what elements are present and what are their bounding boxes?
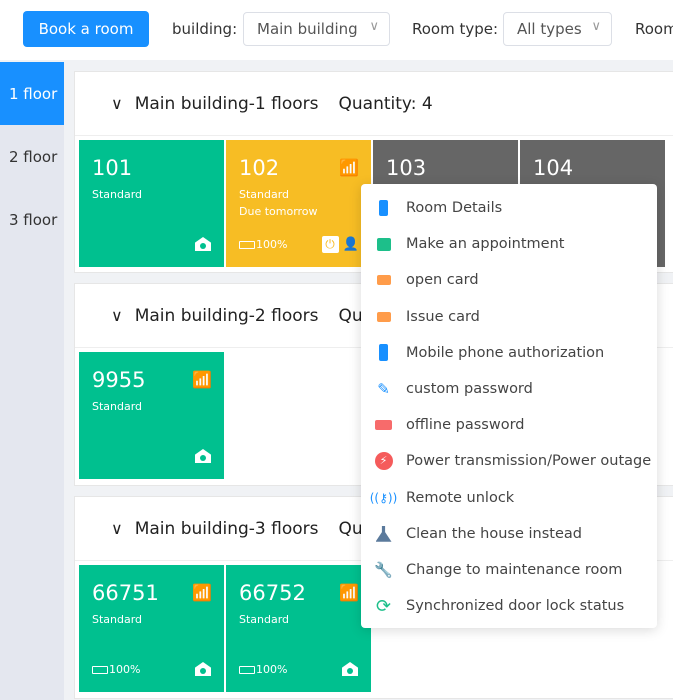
chevron-down-icon: ∨: [591, 19, 601, 34]
wifi-icon: 📶: [339, 583, 359, 602]
lightning-icon: ⚡: [361, 452, 406, 471]
room-tile[interactable]: 66751 Standard 📶 100%: [79, 565, 224, 692]
menu-label: Issue card: [406, 308, 480, 325]
menu-label: Power transmission/Power outage: [406, 453, 652, 470]
floor-sidebar: 1 floor 2 floor 3 floor: [0, 62, 64, 700]
menu-label: Remote unlock: [406, 489, 515, 506]
room-number: 101: [92, 156, 133, 180]
room-status: Due tomorrow: [239, 205, 318, 218]
section-title: Main building-2 floors: [134, 305, 319, 326]
room-label: Room: [635, 20, 673, 38]
section-header[interactable]: ∨ Main building-1 floors Quantity: 4: [75, 72, 673, 136]
chevron-down-icon: ∨: [111, 94, 123, 113]
room-type-label: Room type:: [412, 20, 499, 38]
menu-item-custom-password[interactable]: ✎ custom password: [361, 371, 657, 407]
room-tile[interactable]: 101 Standard: [79, 140, 224, 267]
chevron-down-icon: ∨: [369, 19, 379, 34]
room-tile[interactable]: 102StandardDue tomorrow📶100%⏻👤2: [226, 140, 371, 267]
room-tile[interactable]: 9955 Standard 📶: [79, 352, 224, 479]
home-icon: [195, 237, 211, 251]
building-value: Main building: [257, 20, 358, 38]
battery-icon: [239, 240, 255, 249]
battery-level: 100%: [256, 238, 288, 251]
password-icon: [361, 420, 406, 431]
section-quantity: Quantity: 4: [338, 93, 433, 114]
battery-icon: [239, 665, 255, 674]
menu-label: Clean the house instead: [406, 525, 582, 542]
room-type: Standard: [92, 613, 143, 626]
card-icon: [361, 311, 406, 322]
menu-item-maintenance[interactable]: 🔧 Change to maintenance room: [361, 552, 657, 588]
book-room-button[interactable]: Book a room: [23, 11, 149, 47]
door-icon: [361, 200, 406, 217]
room-number: 104: [533, 156, 574, 180]
sync-icon: ⟳: [375, 595, 392, 617]
room-type: Standard: [239, 613, 290, 626]
room-type: Standard: [92, 400, 143, 413]
menu-item-open-card[interactable]: open card: [361, 262, 657, 298]
section-title: Main building-1 floors: [134, 93, 319, 114]
card-icon: [361, 275, 406, 286]
power-icon: ⏻: [321, 236, 339, 253]
room-type: Standard: [239, 188, 290, 201]
menu-item-room-details[interactable]: Room Details: [361, 190, 657, 226]
floor-tab-1[interactable]: 1 floor: [0, 62, 64, 125]
battery-level: 100%: [256, 663, 288, 676]
wifi-icon: 📶: [339, 158, 359, 177]
section-title: Main building-3 floors: [134, 518, 319, 539]
broom-icon: [361, 525, 406, 542]
building-label: building:: [172, 20, 238, 38]
wrench-icon: 🔧: [374, 560, 393, 579]
pen-icon: ✎: [377, 380, 390, 399]
phone-icon: [361, 344, 406, 362]
battery-level: 100%: [109, 663, 141, 676]
menu-item-mobile-auth[interactable]: Mobile phone authorization: [361, 335, 657, 371]
home-icon: [342, 662, 358, 676]
battery-icon: [92, 665, 108, 674]
menu-label: custom password: [406, 381, 533, 398]
toolbar: Book a room building: Main building ∨ Roo…: [0, 0, 673, 60]
battery: 100%: [92, 663, 140, 676]
menu-label: Mobile phone authorization: [406, 344, 605, 361]
menu-label: Room Details: [406, 200, 503, 217]
menu-label: offline password: [406, 417, 525, 434]
home-icon: [195, 449, 211, 463]
wifi-icon: 📶: [192, 583, 212, 602]
room-type: Standard: [92, 188, 143, 201]
chevron-down-icon: ∨: [111, 306, 123, 325]
menu-label: Make an appointment: [406, 236, 565, 253]
building-select[interactable]: Main building ∨: [243, 12, 390, 46]
room-tile[interactable]: 66752 Standard 📶 100%: [226, 565, 371, 692]
menu-item-power[interactable]: ⚡ Power transmission/Power outage: [361, 443, 657, 479]
menu-item-offline-password[interactable]: offline password: [361, 407, 657, 443]
menu-item-remote-unlock[interactable]: ((⚷)) Remote unlock: [361, 480, 657, 516]
battery: 100%: [239, 663, 287, 676]
menu-label: Change to maintenance room: [406, 561, 623, 578]
room-type-select[interactable]: All types ∨: [503, 12, 612, 46]
battery: 100%: [239, 238, 287, 251]
person-icon: 👤: [342, 237, 359, 252]
floor-tab-3[interactable]: 3 floor: [0, 188, 64, 251]
menu-item-clean[interactable]: Clean the house instead: [361, 516, 657, 552]
chevron-down-icon: ∨: [111, 519, 123, 538]
floor-tab-2[interactable]: 2 floor: [0, 125, 64, 188]
remote-key-icon: ((⚷)): [369, 490, 398, 505]
room-number: 103: [386, 156, 427, 180]
room-type-value: All types: [517, 20, 582, 38]
room-context-menu: Room Details Make an appointment open ca…: [361, 184, 657, 628]
home-icon: [195, 662, 211, 676]
menu-item-sync-lock[interactable]: ⟳ Synchronized door lock status: [361, 588, 657, 624]
calendar-icon: [361, 237, 406, 251]
wifi-icon: 📶: [192, 370, 212, 389]
menu-label: Synchronized door lock status: [406, 598, 625, 615]
menu-item-issue-card[interactable]: Issue card: [361, 299, 657, 335]
menu-label: open card: [406, 272, 479, 289]
menu-item-appointment[interactable]: Make an appointment: [361, 226, 657, 262]
